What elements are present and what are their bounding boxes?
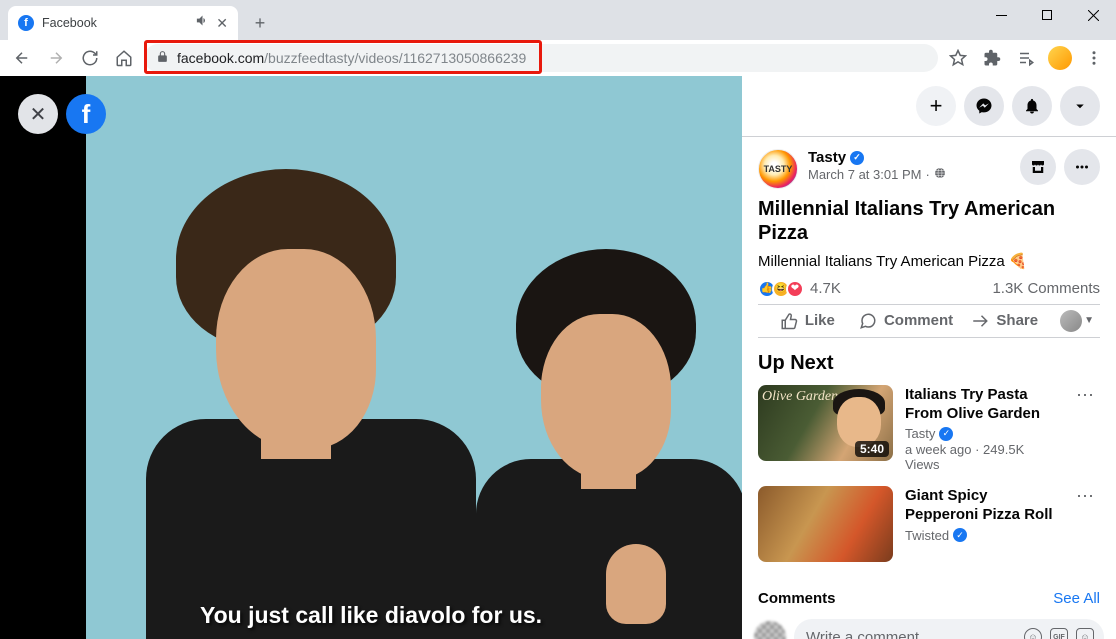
caret-down-icon: ▼: [1084, 315, 1094, 326]
comment-placeholder: Write a comment...: [806, 629, 932, 639]
facebook-favicon: f: [18, 15, 34, 31]
video-frame: TI AMO: [86, 76, 742, 639]
post-meta: March 7 at 3:01 PM ·: [808, 167, 1010, 182]
titlebar: f Facebook ✕ +: [0, 0, 1116, 40]
chrome-menu-icon[interactable]: [1080, 44, 1108, 72]
comment-button[interactable]: Comment: [857, 305, 956, 337]
follow-shop-button[interactable]: [1020, 149, 1056, 185]
messenger-button[interactable]: [964, 86, 1004, 126]
see-all-link[interactable]: See All: [1053, 590, 1100, 607]
close-window-button[interactable]: [1070, 0, 1116, 30]
upnext-item[interactable]: Giant Spicy Pepperoni Pizza Roll Twisted…: [758, 486, 1100, 562]
fb-header-actions: +: [742, 76, 1116, 136]
toolbar: facebook.com/buzzfeedtasty/videos/116271…: [0, 40, 1116, 76]
facebook-logo-button[interactable]: f: [66, 94, 106, 134]
tab-title: Facebook: [42, 16, 189, 30]
verified-badge-icon: ✓: [939, 427, 953, 441]
url-path: /buzzfeedtasty/videos/1162713050866239: [264, 50, 526, 66]
reactions[interactable]: 👍 😆 ❤ 4.7K: [758, 280, 841, 298]
upnext-thumbnail: Olive Garden 5:40: [758, 385, 893, 461]
account-menu-button[interactable]: [1060, 86, 1100, 126]
verified-badge-icon: ✓: [850, 151, 864, 165]
thumb-label: Olive Garden: [762, 389, 838, 405]
video-caption: You just call like diavolo for us.: [0, 602, 742, 629]
tab-close-icon[interactable]: ✕: [216, 15, 228, 32]
window-controls: [978, 0, 1116, 30]
reaction-count: 4.7K: [810, 280, 841, 297]
upnext-title: Italians Try Pasta From Olive Garden: [905, 385, 1058, 423]
video-person-left: TI AMO: [146, 159, 466, 639]
post-header: TASTY Tasty ✓ March 7 at 3:01 PM ·: [742, 137, 1116, 270]
post-title: Millennial Italians Try American Pizza: [758, 197, 1100, 246]
lock-icon[interactable]: [156, 50, 169, 66]
comments-heading: Comments: [758, 590, 836, 607]
video-player[interactable]: TI AMO ✕ f You just call like diavolo fo…: [0, 76, 742, 639]
url-domain: facebook.com: [177, 50, 264, 66]
fb-glyph: f: [82, 99, 91, 130]
share-as-selector[interactable]: ▼: [1054, 305, 1100, 337]
comment-count[interactable]: 1.3K Comments: [992, 280, 1100, 297]
author-avatar[interactable]: TASTY: [758, 149, 798, 189]
upnext-menu-button[interactable]: ⋯: [1070, 486, 1100, 562]
love-reaction-icon: ❤: [786, 280, 804, 298]
browser-window: f Facebook ✕ + facebook.com/buzzfeedtast…: [0, 0, 1116, 639]
post-timestamp[interactable]: March 7 at 3:01 PM: [808, 167, 921, 182]
upnext-title: Giant Spicy Pepperoni Pizza Roll: [905, 486, 1058, 524]
create-button[interactable]: +: [916, 86, 956, 126]
verified-badge-icon: ✓: [953, 528, 967, 542]
media-control-icon[interactable]: [1012, 44, 1040, 72]
comments-header: Comments See All: [742, 582, 1116, 613]
addressbar[interactable]: facebook.com/buzzfeedtasty/videos/116271…: [144, 44, 938, 72]
emoji-icon[interactable]: ☺: [1024, 628, 1042, 639]
author-name-row: Tasty ✓: [808, 149, 1010, 166]
browser-tab[interactable]: f Facebook ✕: [8, 6, 238, 40]
upnext-author[interactable]: Twisted: [905, 528, 949, 543]
comment-input[interactable]: Write a comment... ☺ GIF ☺: [794, 619, 1104, 639]
content: TI AMO ✕ f You just call like diavolo fo…: [0, 76, 1116, 639]
mute-icon[interactable]: [195, 13, 210, 33]
forward-button[interactable]: [42, 44, 70, 72]
up-next-heading: Up Next: [758, 352, 1100, 375]
extensions-icon[interactable]: [978, 44, 1006, 72]
bookmark-star-icon[interactable]: [944, 44, 972, 72]
comment-composer: Write a comment... ☺ GIF ☺: [742, 613, 1116, 639]
post-menu-button[interactable]: [1064, 149, 1100, 185]
right-panel: + TASTY Tasty ✓ March 7 at 3:01 PM ·: [742, 76, 1116, 639]
upnext-item[interactable]: Olive Garden 5:40 Italians Try Pasta Fro…: [758, 385, 1100, 472]
duration-badge: 5:40: [855, 441, 889, 457]
gif-icon[interactable]: GIF: [1050, 628, 1068, 639]
up-next-section: Up Next Olive Garden 5:40 Italians Try P…: [742, 338, 1116, 582]
home-button[interactable]: [110, 44, 138, 72]
action-bar: Like Comment Share ▼: [758, 304, 1100, 338]
video-person-right: [466, 219, 742, 639]
extension-app-icon[interactable]: [1046, 44, 1074, 72]
share-button[interactable]: Share: [955, 305, 1054, 337]
upnext-thumbnail: [758, 486, 893, 562]
maximize-button[interactable]: [1024, 0, 1070, 30]
mini-avatar: [1060, 310, 1082, 332]
video-close-button[interactable]: ✕: [18, 94, 58, 134]
minimize-button[interactable]: [978, 0, 1024, 30]
reload-button[interactable]: [76, 44, 104, 72]
like-button[interactable]: Like: [758, 305, 857, 337]
back-button[interactable]: [8, 44, 36, 72]
user-avatar[interactable]: [754, 621, 786, 639]
addressbar-wrap: facebook.com/buzzfeedtasty/videos/116271…: [144, 44, 938, 72]
upnext-menu-button[interactable]: ⋯: [1070, 385, 1100, 472]
author-name[interactable]: Tasty: [808, 149, 846, 166]
privacy-icon: [934, 167, 946, 182]
new-tab-button[interactable]: +: [246, 9, 274, 37]
post-description: Millennial Italians Try American Pizza 🍕: [758, 252, 1100, 270]
sticker-icon[interactable]: ☺: [1076, 628, 1094, 639]
upnext-author[interactable]: Tasty: [905, 426, 935, 441]
notifications-button[interactable]: [1012, 86, 1052, 126]
engagement-bar: 👍 😆 ❤ 4.7K 1.3K Comments: [742, 270, 1116, 304]
upnext-meta: a week ago · 249.5K Views: [905, 442, 1058, 472]
